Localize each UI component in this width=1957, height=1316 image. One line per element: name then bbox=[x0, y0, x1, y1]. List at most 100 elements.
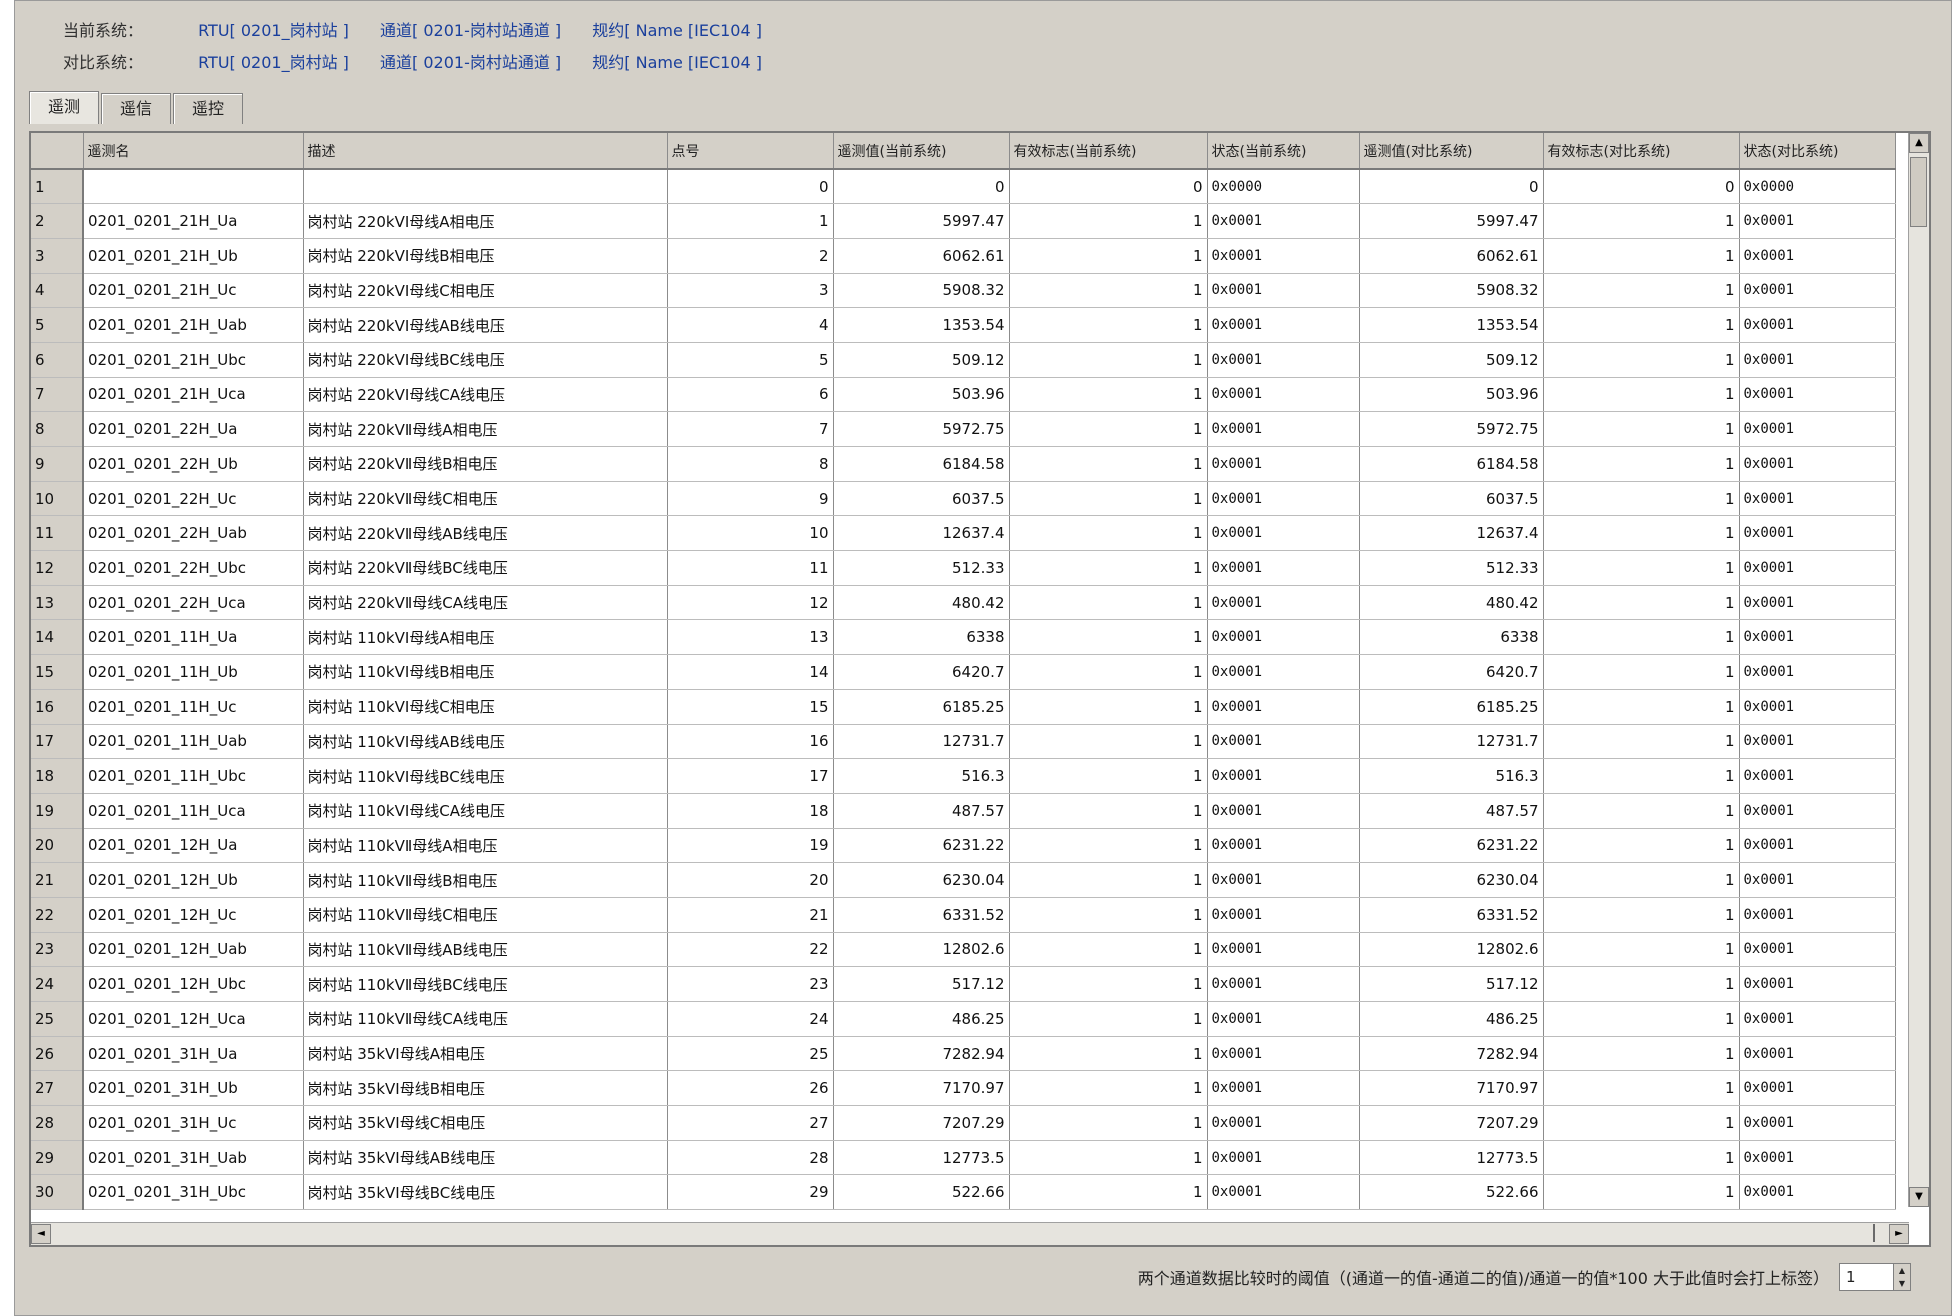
cell-description: 岗村站 220kVⅡ母线BC线电压 bbox=[303, 550, 668, 586]
row-number[interactable]: 3 bbox=[31, 238, 84, 274]
scroll-right-icon[interactable]: ► bbox=[1889, 1224, 1909, 1244]
cell-value-compare: 480.42 bbox=[1359, 585, 1544, 621]
row-number[interactable]: 11 bbox=[31, 515, 84, 552]
cell-name: 0201_0201_22H_Uab bbox=[83, 515, 304, 552]
scroll-up-icon[interactable]: ▲ bbox=[1909, 133, 1929, 153]
table-row[interactable]: 10 0201_0201_22H_Uc 岗村站 220kVⅡ母线C相电压 9 6037.… bbox=[31, 481, 1896, 517]
row-number[interactable]: 28 bbox=[31, 1105, 84, 1141]
threshold-spinner[interactable]: 1 ▲ ▼ bbox=[1839, 1263, 1911, 1291]
column-header-point[interactable]: 点号 bbox=[667, 133, 834, 170]
row-number[interactable]: 4 bbox=[31, 273, 84, 309]
table-row[interactable]: 22 0201_0201_12H_Uc 岗村站 110kVⅡ母线C相电压 21 6331… bbox=[31, 897, 1896, 933]
tab-telesignal[interactable]: 遥信 bbox=[101, 93, 172, 124]
cell-value-compare: 522.66 bbox=[1359, 1174, 1544, 1211]
table-row[interactable]: 28 0201_0201_31H_Uc 岗村站 35kVⅠ母线C相电压 27 7207.… bbox=[31, 1105, 1896, 1141]
horizontal-scrollbar[interactable]: ◄ ► bbox=[31, 1222, 1909, 1245]
table-row[interactable]: 25 0201_0201_12H_Uca 岗村站 110kVⅡ母线CA线电压 24 48… bbox=[31, 1001, 1896, 1037]
row-number[interactable]: 1 bbox=[31, 169, 84, 205]
cell-point: 5 bbox=[667, 342, 834, 378]
cell-valid-compare: 1 bbox=[1543, 932, 1740, 968]
table-row[interactable]: 3 0201_0201_21H_Ub 岗村站 220kVⅠ母线B相电压 2 6062.6… bbox=[31, 238, 1896, 274]
table-row[interactable]: 7 0201_0201_21H_Uca 岗村站 220kVⅠ母线CA线电压 6 503.… bbox=[31, 377, 1896, 413]
row-number[interactable]: 5 bbox=[31, 307, 84, 343]
table-row[interactable]: 2 0201_0201_21H_Ua 岗村站 220kVⅠ母线A相电压 1 5997.4… bbox=[31, 203, 1896, 239]
row-number[interactable]: 2 bbox=[31, 203, 84, 239]
table-row[interactable]: 18 0201_0201_11H_Ubc 岗村站 110kVⅠ母线BC线电压 17 51… bbox=[31, 758, 1896, 794]
row-number[interactable]: 21 bbox=[31, 862, 84, 898]
table-row[interactable]: 8 0201_0201_22H_Ua 岗村站 220kVⅡ母线A相电压 7 5972.7… bbox=[31, 411, 1896, 447]
column-header-status-compare[interactable]: 状态(对比系统) bbox=[1739, 133, 1896, 170]
table-row[interactable]: 9 0201_0201_22H_Ub 岗村站 220kVⅡ母线B相电压 8 6184.5… bbox=[31, 446, 1896, 482]
table-row[interactable]: 11 0201_0201_22H_Uab 岗村站 220kVⅡ母线AB线电压 10 12… bbox=[31, 515, 1896, 552]
row-number[interactable]: 29 bbox=[31, 1140, 84, 1176]
row-number[interactable]: 17 bbox=[31, 724, 84, 760]
row-number[interactable]: 24 bbox=[31, 966, 84, 1002]
column-header-value-current[interactable]: 遥测值(当前系统) bbox=[833, 133, 1010, 170]
row-number[interactable]: 26 bbox=[31, 1036, 84, 1072]
row-number[interactable]: 19 bbox=[31, 793, 84, 829]
cell-name: 0201_0201_31H_Ubc bbox=[83, 1174, 304, 1211]
cell-point: 21 bbox=[667, 897, 834, 933]
row-number[interactable]: 16 bbox=[31, 689, 84, 725]
table-row[interactable]: 12 0201_0201_22H_Ubc 岗村站 220kVⅡ母线BC线电压 11 51… bbox=[31, 550, 1896, 586]
row-number[interactable]: 9 bbox=[31, 446, 84, 482]
scroll-left-icon[interactable]: ◄ bbox=[31, 1224, 51, 1244]
row-number[interactable]: 23 bbox=[31, 932, 84, 968]
column-header-valid-current[interactable]: 有效标志(当前系统) bbox=[1009, 133, 1208, 170]
table-row[interactable]: 27 0201_0201_31H_Ub 岗村站 35kVⅠ母线B相电压 26 7170.… bbox=[31, 1070, 1896, 1107]
row-number[interactable]: 15 bbox=[31, 654, 84, 690]
row-number[interactable]: 10 bbox=[31, 481, 84, 517]
corner-cell bbox=[31, 133, 84, 170]
cell-description: 岗村站 220kVⅡ母线AB线电压 bbox=[303, 515, 668, 552]
tab-telecontrol[interactable]: 遥控 bbox=[173, 93, 244, 124]
cell-value-compare: 7282.94 bbox=[1359, 1036, 1544, 1072]
table-row[interactable]: 21 0201_0201_12H_Ub 岗村站 110kVⅡ母线B相电压 20 6230… bbox=[31, 862, 1896, 898]
column-header-name[interactable]: 遥测名 bbox=[83, 133, 304, 170]
column-header-valid-compare[interactable]: 有效标志(对比系统) bbox=[1543, 133, 1740, 170]
cell-status-compare: 0x0001 bbox=[1739, 619, 1896, 656]
table-row[interactable]: 6 0201_0201_21H_Ubc 岗村站 220kVⅠ母线BC线电压 5 509.… bbox=[31, 342, 1896, 378]
column-header-description[interactable]: 描述 bbox=[303, 133, 668, 170]
table-row[interactable]: 1 0 0 0 0x0000 0 0 0x0000 bbox=[31, 169, 1896, 205]
row-number[interactable]: 25 bbox=[31, 1001, 84, 1037]
table-row[interactable]: 16 0201_0201_11H_Uc 岗村站 110kVⅠ母线C相电压 15 6185… bbox=[31, 689, 1896, 725]
row-number[interactable]: 27 bbox=[31, 1070, 84, 1107]
table-row[interactable]: 5 0201_0201_21H_Uab 岗村站 220kVⅠ母线AB线电压 4 1353… bbox=[31, 307, 1896, 343]
cell-status-compare: 0x0001 bbox=[1739, 724, 1896, 760]
row-number[interactable]: 12 bbox=[31, 550, 84, 586]
table-row[interactable]: 20 0201_0201_12H_Ua 岗村站 110kVⅡ母线A相电压 19 6231… bbox=[31, 828, 1896, 864]
table-row[interactable]: 29 0201_0201_31H_Uab 岗村站 35kVⅠ母线AB线电压 28 127… bbox=[31, 1140, 1896, 1176]
threshold-value[interactable]: 1 bbox=[1846, 1268, 1856, 1286]
table-row[interactable]: 4 0201_0201_21H_Uc 岗村站 220kVⅠ母线C相电压 3 5908.3… bbox=[31, 273, 1896, 309]
row-number[interactable]: 30 bbox=[31, 1174, 84, 1211]
row-number[interactable]: 18 bbox=[31, 758, 84, 794]
column-header-value-compare[interactable]: 遥测值(对比系统) bbox=[1359, 133, 1544, 170]
table-row[interactable]: 30 0201_0201_31H_Ubc 岗村站 35kVⅠ母线BC线电压 29 522… bbox=[31, 1174, 1896, 1211]
horizontal-scroll-thumb[interactable] bbox=[55, 1224, 1875, 1242]
column-header-status-current[interactable]: 状态(当前系统) bbox=[1207, 133, 1360, 170]
cell-status-compare: 0x0001 bbox=[1739, 273, 1896, 309]
cell-name: 0201_0201_31H_Uc bbox=[83, 1105, 304, 1141]
row-number[interactable]: 20 bbox=[31, 828, 84, 864]
spinner-arrows-icon[interactable]: ▲ ▼ bbox=[1893, 1264, 1910, 1290]
row-number[interactable]: 6 bbox=[31, 342, 84, 378]
row-number[interactable]: 13 bbox=[31, 585, 84, 621]
table-row[interactable]: 19 0201_0201_11H_Uca 岗村站 110kVⅠ母线CA线电压 18 48… bbox=[31, 793, 1896, 829]
vertical-scrollbar[interactable]: ▲ ▼ bbox=[1908, 133, 1929, 1207]
table-row[interactable]: 13 0201_0201_22H_Uca 岗村站 220kVⅡ母线CA线电压 12 48… bbox=[31, 585, 1896, 621]
row-number[interactable]: 14 bbox=[31, 619, 84, 656]
row-number[interactable]: 7 bbox=[31, 377, 84, 413]
vertical-scroll-thumb[interactable] bbox=[1910, 157, 1927, 227]
table-row[interactable]: 26 0201_0201_31H_Ua 岗村站 35kVⅠ母线A相电压 25 7282.… bbox=[31, 1036, 1896, 1072]
compare-rtu: RTU[ 0201_岗村站 ] bbox=[198, 53, 349, 72]
cell-status-current: 0x0001 bbox=[1207, 828, 1360, 864]
scroll-down-icon[interactable]: ▼ bbox=[1909, 1187, 1929, 1207]
table-row[interactable]: 14 0201_0201_11H_Ua 岗村站 110kVⅠ母线A相电压 13 6338… bbox=[31, 619, 1896, 656]
row-number[interactable]: 22 bbox=[31, 897, 84, 933]
table-row[interactable]: 17 0201_0201_11H_Uab 岗村站 110kVⅠ母线AB线电压 16 12… bbox=[31, 724, 1896, 760]
table-row[interactable]: 15 0201_0201_11H_Ub 岗村站 110kVⅠ母线B相电压 14 6420… bbox=[31, 654, 1896, 690]
table-row[interactable]: 23 0201_0201_12H_Uab 岗村站 110kVⅡ母线AB线电压 22 12… bbox=[31, 932, 1896, 968]
row-number[interactable]: 8 bbox=[31, 411, 84, 447]
tab-telemetry[interactable]: 遥测 bbox=[29, 91, 100, 124]
table-row[interactable]: 24 0201_0201_12H_Ubc 岗村站 110kVⅡ母线BC线电压 23 51… bbox=[31, 966, 1896, 1002]
